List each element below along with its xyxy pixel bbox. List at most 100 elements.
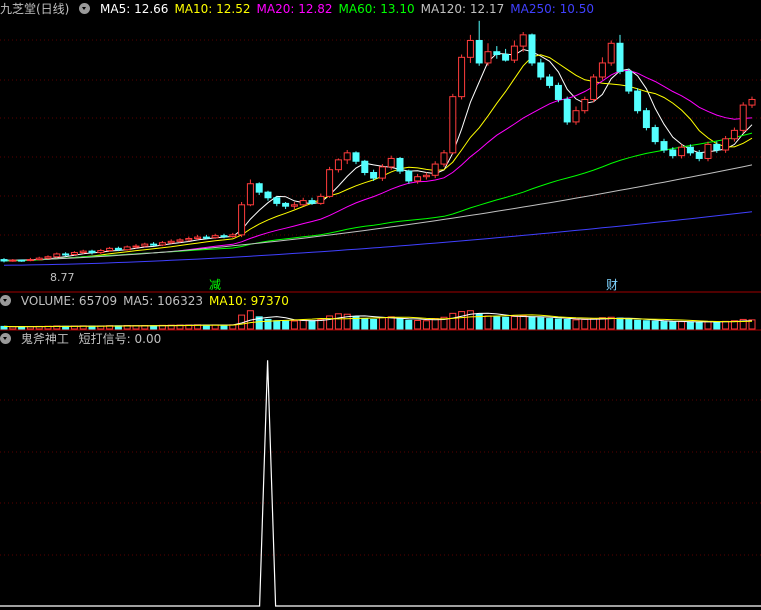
marker-cai[interactable]: 财 [604, 278, 620, 292]
candle [686, 146, 694, 154]
volume-bar [590, 318, 598, 330]
candle [431, 163, 439, 176]
collapse-arrow-icon[interactable] [0, 333, 11, 344]
candle [299, 200, 307, 206]
volume-bar [334, 313, 342, 330]
candle [704, 143, 712, 159]
candle [458, 56, 466, 98]
candle [748, 98, 756, 106]
price-low-label: 8.77 [50, 271, 75, 284]
volume-bar [519, 315, 527, 330]
marker-jian[interactable]: 减 [207, 278, 223, 292]
volume-bar [713, 321, 721, 330]
volume-bar [484, 315, 492, 330]
candle [62, 253, 70, 256]
candle [158, 242, 166, 246]
volume-bar [625, 318, 633, 330]
candle [396, 157, 404, 172]
candle [502, 54, 510, 61]
volume-bar [660, 321, 668, 330]
ma-label-2: MA20: 12.82 [256, 2, 333, 16]
candle [88, 250, 96, 254]
volume-bar [572, 319, 580, 330]
volume-bar [686, 321, 694, 330]
candle [695, 152, 703, 159]
candle [53, 253, 61, 258]
ma-label-5: MA250: 10.50 [510, 2, 594, 16]
candle [282, 202, 290, 207]
candle [9, 259, 17, 262]
collapse-arrow-icon[interactable] [0, 295, 11, 306]
candle [528, 34, 536, 64]
candle [26, 259, 34, 262]
volume-bar [563, 318, 571, 330]
volume-bar [220, 324, 228, 330]
candle [616, 42, 624, 72]
candle [211, 235, 219, 239]
candle [167, 240, 175, 244]
candle [546, 76, 554, 86]
volume-bar [493, 316, 501, 330]
volume-bar [510, 315, 518, 330]
collapse-arrow-icon[interactable] [79, 3, 91, 14]
volume-bar [466, 310, 474, 330]
volume-bar [405, 319, 413, 330]
candle [70, 252, 78, 256]
volume-bar [282, 320, 290, 330]
candle [722, 138, 730, 151]
candle [581, 98, 589, 112]
volume-bar [537, 317, 545, 330]
volume-label-1: MA5: 106323 [123, 294, 203, 308]
candle [475, 39, 483, 64]
candle [510, 45, 518, 61]
candle [634, 90, 642, 112]
candle [202, 236, 210, 239]
candle [246, 183, 254, 206]
candle [132, 245, 140, 248]
volume-bar [378, 317, 386, 330]
volume-bar [546, 318, 554, 330]
volume-bar [299, 319, 307, 330]
candle [35, 257, 43, 261]
candle [361, 160, 369, 173]
candle [79, 250, 87, 254]
candle [625, 70, 633, 92]
candle [194, 236, 202, 240]
candle [334, 159, 342, 171]
candle [660, 141, 668, 151]
candle [713, 143, 721, 151]
stock-title: 九芝堂(日线) [0, 2, 70, 16]
candle [229, 234, 237, 238]
volume-bar [370, 318, 378, 330]
volume-bar [9, 326, 17, 330]
volume-bar [581, 318, 589, 330]
candle [537, 62, 545, 78]
candle [308, 200, 316, 204]
candle [0, 259, 8, 262]
candle [598, 62, 606, 78]
ma-label-4: MA120: 12.17 [420, 2, 505, 16]
volume-bar [722, 320, 730, 330]
candle [739, 104, 747, 131]
candle [405, 170, 413, 182]
candle [185, 238, 193, 241]
volume-bar [414, 319, 422, 330]
volume-bar [449, 312, 457, 330]
candle [590, 76, 598, 100]
ma-label-0: MA5: 12.66 [100, 2, 169, 16]
ma-line-ma250 [3, 211, 753, 266]
candle [44, 256, 52, 259]
candle [97, 250, 105, 254]
volume-bar [422, 320, 430, 330]
candle [123, 246, 131, 251]
candle [141, 243, 149, 247]
candle [255, 183, 263, 193]
volume-bar [387, 316, 395, 330]
volume-bar [642, 320, 650, 330]
candle [18, 259, 26, 262]
volume-bar [326, 315, 334, 330]
candle [642, 110, 650, 129]
volume-bar [458, 311, 466, 330]
candle [387, 157, 395, 168]
candle [466, 39, 474, 58]
